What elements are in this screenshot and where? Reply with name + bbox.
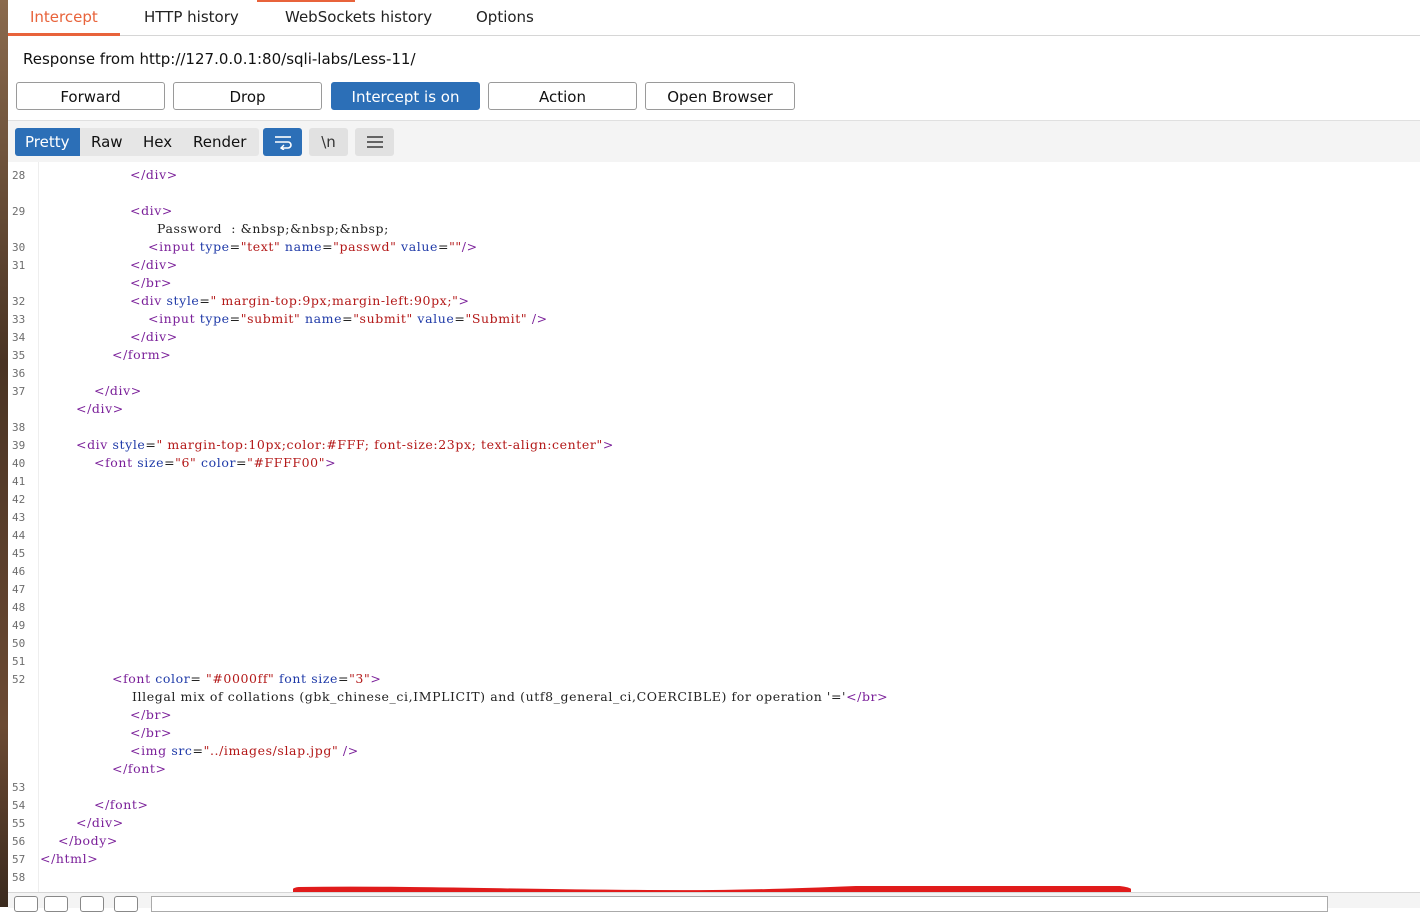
code-line: </form> xyxy=(112,347,172,362)
line-number: 44 xyxy=(12,529,26,542)
drop-button[interactable]: Drop xyxy=(173,82,322,110)
line-number: 46 xyxy=(12,565,26,578)
code-line: <font size="6" color="#FFFF00"> xyxy=(94,455,337,470)
code-line: <font color= "#0000ff" font size="3"> xyxy=(112,671,382,686)
line-number: 37 xyxy=(12,385,26,398)
forward-button[interactable]: Forward xyxy=(16,82,165,110)
code-line: </div> xyxy=(130,167,178,182)
next-match-icon[interactable] xyxy=(114,896,138,912)
line-number: 54 xyxy=(12,799,26,812)
code-line: <img src="../images/slap.jpg" /> xyxy=(130,743,359,758)
code-line: <div> xyxy=(130,203,174,218)
tab-intercept[interactable]: Intercept xyxy=(8,0,120,36)
line-number: 33 xyxy=(12,313,26,326)
code-line: </div> xyxy=(94,383,142,398)
line-number: 55 xyxy=(12,817,26,830)
settings-icon[interactable] xyxy=(44,896,68,912)
line-number: 48 xyxy=(12,601,26,614)
line-number: 28 xyxy=(12,169,26,182)
line-number: 39 xyxy=(12,439,26,452)
line-number: 49 xyxy=(12,619,26,632)
line-number: 36 xyxy=(12,367,26,380)
line-number: 52 xyxy=(12,673,26,686)
editor-bottom-bar xyxy=(8,892,1420,912)
code-line: </html> xyxy=(40,851,99,866)
tab-options[interactable]: Options xyxy=(454,0,556,35)
line-number: 57 xyxy=(12,853,26,866)
help-icon[interactable] xyxy=(14,896,38,912)
wrap-lines-icon[interactable] xyxy=(263,128,302,156)
line-number: 51 xyxy=(12,655,26,668)
line-number: 40 xyxy=(12,457,26,470)
line-number: 29 xyxy=(12,205,26,218)
line-number: 41 xyxy=(12,475,26,488)
line-number: 43 xyxy=(12,511,26,524)
previous-match-icon[interactable] xyxy=(80,896,104,912)
proxy-tab-bar: Intercept HTTP history WebSockets histor… xyxy=(8,0,1420,36)
code-line: </div> xyxy=(130,329,178,344)
open-browser-button[interactable]: Open Browser xyxy=(645,82,795,110)
code-line: </font> xyxy=(94,797,149,812)
line-number: 32 xyxy=(12,295,26,308)
tab-http-history[interactable]: HTTP history xyxy=(122,0,261,35)
newline-toggle-icon[interactable]: \n xyxy=(309,128,348,156)
line-number: 34 xyxy=(12,331,26,344)
line-number: 50 xyxy=(12,637,26,650)
tab-raw[interactable]: Raw xyxy=(81,128,133,156)
sql-error-message: Illegal mix of collations (gbk_chinese_c… xyxy=(132,689,889,704)
line-number: 30 xyxy=(12,241,26,254)
code-line: <input type="text" name="passwd" value="… xyxy=(148,239,478,254)
code-line: </div> xyxy=(130,257,178,272)
line-number: 45 xyxy=(12,547,26,560)
action-button[interactable]: Action xyxy=(488,82,637,110)
burp-proxy-panel: Intercept HTTP history WebSockets histor… xyxy=(8,0,1420,912)
desktop-background-strip xyxy=(0,0,8,907)
code-line: </div> xyxy=(76,401,124,416)
line-number: 47 xyxy=(12,583,26,596)
code-line: </br> xyxy=(130,707,173,722)
tab-hex[interactable]: Hex xyxy=(133,128,182,156)
response-code-editor[interactable]: 28 29 30 31 32 33 34 35 36 37 38 39 40 4… xyxy=(8,162,1420,892)
code-line: Password : &nbsp;&nbsp;&nbsp; xyxy=(157,221,389,236)
tab-websockets-history[interactable]: WebSockets history xyxy=(263,0,454,35)
code-line: </br> xyxy=(130,725,173,740)
code-line: </br> xyxy=(130,275,173,290)
line-number: 31 xyxy=(12,259,26,272)
intercept-toggle-button[interactable]: Intercept is on xyxy=(331,82,480,110)
code-line: </body> xyxy=(58,833,118,848)
tab-pretty[interactable]: Pretty xyxy=(15,128,80,156)
menu-icon[interactable] xyxy=(355,128,394,156)
code-line: <div style=" margin-top:10px;color:#FFF;… xyxy=(76,437,614,452)
line-number: 35 xyxy=(12,349,26,362)
code-line: <input type="submit" name="submit" value… xyxy=(148,311,548,326)
line-number: 53 xyxy=(12,781,26,794)
line-number: 56 xyxy=(12,835,26,848)
line-number: 38 xyxy=(12,421,26,434)
tab-render[interactable]: Render xyxy=(183,128,256,156)
code-line: </font> xyxy=(112,761,167,776)
message-view-toolbar: Pretty Raw Hex Render \n xyxy=(8,120,1420,163)
code-line: </div> xyxy=(76,815,124,830)
search-input[interactable] xyxy=(151,896,1328,912)
line-number: 58 xyxy=(12,871,26,884)
line-number: 42 xyxy=(12,493,26,506)
code-line: <div style=" margin-top:9px;margin-left:… xyxy=(130,293,470,308)
response-source-line: Response from http://127.0.0.1:80/sqli-l… xyxy=(23,50,416,68)
